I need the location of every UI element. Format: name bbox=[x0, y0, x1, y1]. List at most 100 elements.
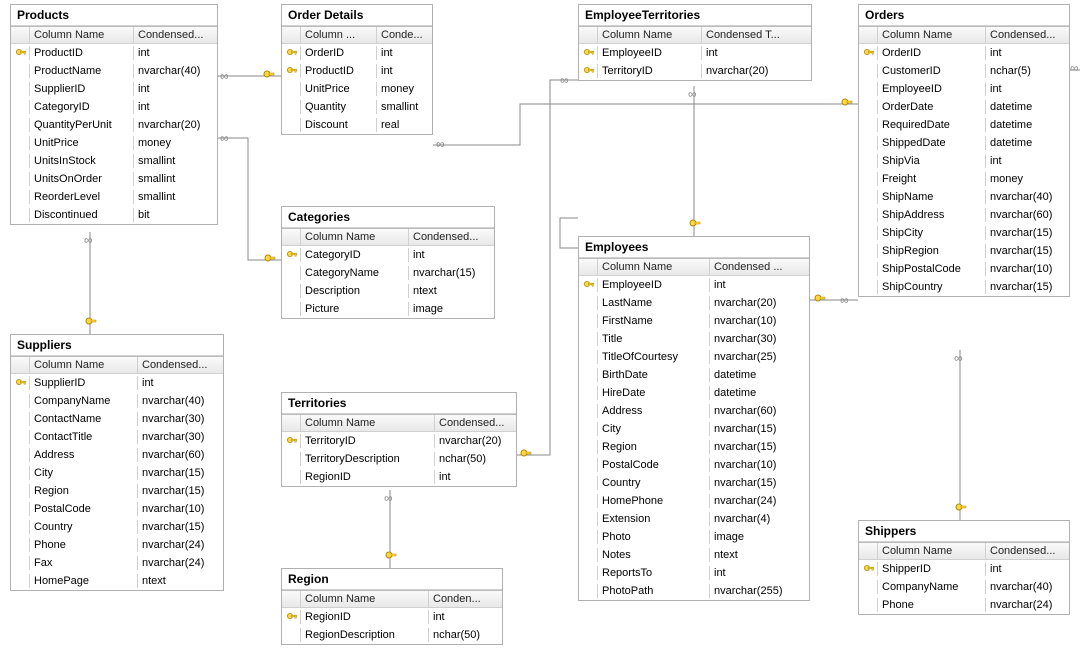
relation-key-icon bbox=[262, 69, 276, 83]
table-headers: Column Name Condensed... bbox=[282, 228, 494, 246]
relation-many-icon: ∞ bbox=[954, 352, 963, 364]
column-row: ReportsToint bbox=[579, 564, 809, 582]
column-type: nvarchar(15) bbox=[985, 226, 1069, 240]
header-column-name: Column Name bbox=[29, 27, 133, 43]
table-order-details: Order Details Column ... Conde... OrderI… bbox=[281, 4, 433, 135]
column-type: nvarchar(60) bbox=[137, 448, 223, 462]
primary-key-icon bbox=[583, 280, 593, 290]
column-type: nvarchar(40) bbox=[137, 394, 223, 408]
column-name: OrderID bbox=[300, 46, 376, 60]
column-name: TerritoryID bbox=[300, 434, 434, 448]
column-type: int bbox=[985, 562, 1069, 576]
primary-key-icon bbox=[583, 66, 593, 76]
column-name: ShipperID bbox=[877, 562, 985, 576]
column-row: CategoryNamenvarchar(15) bbox=[282, 264, 494, 282]
column-row: Descriptionntext bbox=[282, 282, 494, 300]
header-condensed: Condensed T... bbox=[701, 27, 811, 43]
column-row: ShipCountrynvarchar(15) bbox=[859, 278, 1069, 296]
column-row: Phonenvarchar(24) bbox=[859, 596, 1069, 614]
column-name: ReportsTo bbox=[597, 566, 709, 580]
relation-key-icon bbox=[263, 253, 277, 267]
column-row: ShipViaint bbox=[859, 152, 1069, 170]
column-type: int bbox=[408, 248, 494, 262]
column-row: Quantitysmallint bbox=[282, 98, 432, 116]
column-name: BirthDate bbox=[597, 368, 709, 382]
column-row: PhotoPathnvarchar(255) bbox=[579, 582, 809, 600]
column-name: ShipRegion bbox=[877, 244, 985, 258]
column-row: Freightmoney bbox=[859, 170, 1069, 188]
table-title: Products bbox=[11, 5, 217, 26]
column-row: TitleOfCourtesynvarchar(25) bbox=[579, 348, 809, 366]
column-row: ShipperIDint bbox=[859, 560, 1069, 578]
column-type: nvarchar(40) bbox=[985, 580, 1069, 594]
column-type: int bbox=[133, 46, 217, 60]
table-shippers: Shippers Column Name Condensed... Shippe… bbox=[858, 520, 1070, 615]
column-row: OrderDatedatetime bbox=[859, 98, 1069, 116]
primary-key-icon bbox=[286, 48, 296, 58]
column-type: smallint bbox=[133, 172, 217, 186]
column-type: datetime bbox=[985, 118, 1069, 132]
relation-key-icon bbox=[519, 448, 533, 462]
column-name: HireDate bbox=[597, 386, 709, 400]
relation-many-icon: ∞ bbox=[1070, 62, 1079, 74]
column-row: Citynvarchar(15) bbox=[579, 420, 809, 438]
column-name: Phone bbox=[877, 598, 985, 612]
column-type: nvarchar(24) bbox=[709, 494, 809, 508]
column-row: CustomerIDnchar(5) bbox=[859, 62, 1069, 80]
column-type: nvarchar(24) bbox=[985, 598, 1069, 612]
column-name: City bbox=[29, 466, 137, 480]
column-name: UnitPrice bbox=[300, 82, 376, 96]
primary-key-icon bbox=[286, 66, 296, 76]
primary-key-icon bbox=[286, 436, 296, 446]
column-row: SupplierIDint bbox=[11, 80, 217, 98]
column-type: nvarchar(4) bbox=[709, 512, 809, 526]
column-name: CategoryName bbox=[300, 266, 408, 280]
column-row: RegionIDint bbox=[282, 468, 516, 486]
relation-many-icon: ∞ bbox=[560, 74, 569, 86]
column-name: ShipName bbox=[877, 190, 985, 204]
column-type: nvarchar(10) bbox=[137, 502, 223, 516]
column-name: Extension bbox=[597, 512, 709, 526]
primary-key-icon bbox=[286, 250, 296, 260]
column-row: CompanyNamenvarchar(40) bbox=[859, 578, 1069, 596]
column-type: int bbox=[133, 82, 217, 96]
column-name: RegionDescription bbox=[300, 628, 428, 642]
column-type: int bbox=[709, 278, 809, 292]
column-name: OrderID bbox=[877, 46, 985, 60]
table-orders: Orders Column Name Condensed... OrderIDi… bbox=[858, 4, 1070, 297]
column-type: nvarchar(30) bbox=[709, 332, 809, 346]
column-type: nvarchar(40) bbox=[985, 190, 1069, 204]
table-title: Shippers bbox=[859, 521, 1069, 542]
column-type: nchar(50) bbox=[428, 628, 502, 642]
column-name: ShipAddress bbox=[877, 208, 985, 222]
relation-many-icon: ∞ bbox=[688, 88, 697, 100]
column-type: int bbox=[376, 64, 432, 78]
column-row: Citynvarchar(15) bbox=[11, 464, 223, 482]
primary-key-icon bbox=[863, 48, 873, 58]
table-products: Products Column Name Condensed... Produc… bbox=[10, 4, 218, 225]
column-name: ShipVia bbox=[877, 154, 985, 168]
column-type: real bbox=[376, 118, 432, 132]
column-name: PostalCode bbox=[29, 502, 137, 516]
column-type: money bbox=[133, 136, 217, 150]
table-headers: Column Name Condensed T... bbox=[579, 26, 811, 44]
relation-many-icon: ∞ bbox=[220, 132, 229, 144]
column-type: nvarchar(15) bbox=[137, 520, 223, 534]
column-name: RegionID bbox=[300, 470, 434, 484]
header-column-name: Column Name bbox=[300, 415, 434, 431]
column-type: nvarchar(15) bbox=[985, 280, 1069, 294]
header-condensed: Condensed... bbox=[434, 415, 516, 431]
primary-key-icon bbox=[863, 564, 873, 574]
column-row: TerritoryIDnvarchar(20) bbox=[579, 62, 811, 80]
column-name: TerritoryID bbox=[597, 64, 701, 78]
column-type: int bbox=[701, 46, 811, 60]
column-type: nvarchar(10) bbox=[709, 314, 809, 328]
column-row: Discontinuedbit bbox=[11, 206, 217, 224]
column-name: Picture bbox=[300, 302, 408, 316]
column-name: EmployeeID bbox=[877, 82, 985, 96]
column-name: TerritoryDescription bbox=[300, 452, 434, 466]
column-name: ShipPostalCode bbox=[877, 262, 985, 276]
column-name: HomePage bbox=[29, 574, 137, 588]
relation-key-icon bbox=[954, 502, 968, 516]
column-row: Addressnvarchar(60) bbox=[11, 446, 223, 464]
